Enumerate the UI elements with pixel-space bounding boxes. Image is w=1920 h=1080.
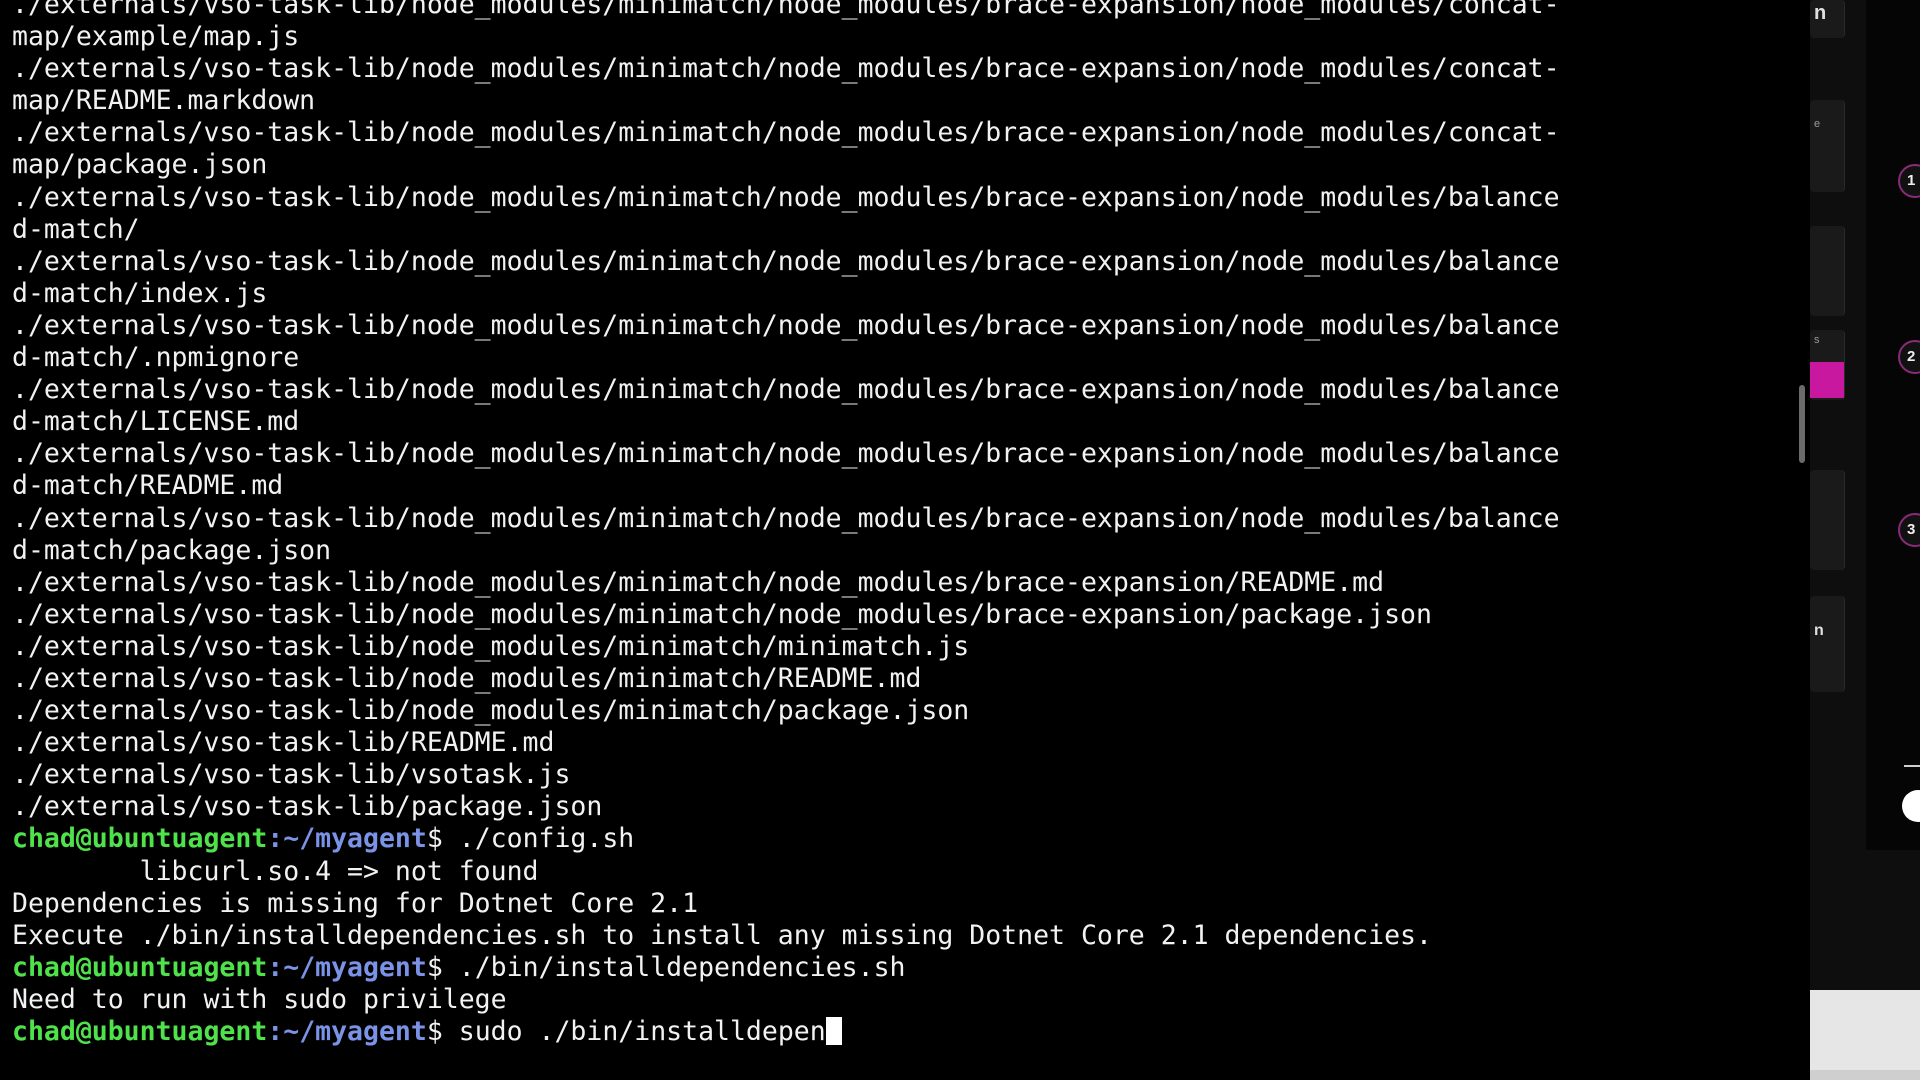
background-card-2: e <box>1810 100 1845 192</box>
terminal-line: ./externals/vso-task-lib/node_modules/mi… <box>12 374 1560 406</box>
terminal-line: ./externals/vso-task-lib/node_modules/mi… <box>12 309 1560 341</box>
terminal-line: d-match/.npmignore <box>12 342 300 374</box>
terminal-line: ./externals/vso-task-lib/node_modules/mi… <box>12 598 1432 630</box>
terminal-line: d-match/ <box>12 213 140 245</box>
prompt-user-host: chad@ubuntuagent <box>12 951 268 983</box>
terminal-line: ./externals/vso-task-lib/node_modules/mi… <box>12 0 1560 20</box>
terminal-line: ./externals/vso-task-lib/node_modules/mi… <box>12 502 1560 534</box>
terminal-line: ./externals/vso-task-lib/node_modules/mi… <box>12 438 1560 470</box>
text-cursor <box>825 1017 842 1045</box>
terminal-line: Need to run with sudo privilege <box>12 983 507 1015</box>
background-window-light-area <box>1810 990 1920 1070</box>
prompt-symbol: $ <box>426 823 459 855</box>
terminal-line: Execute ./bin/installdependencies.sh to … <box>12 919 1432 951</box>
prompt-path: :~/myagent <box>267 823 427 855</box>
terminal-line: d-match/package.json <box>12 534 332 566</box>
background-window-strip: n e s n 1 2 3 <box>1810 0 1920 1080</box>
background-window-column <box>1866 0 1920 850</box>
terminal-command-line: chad@ubuntuagent:~/myagent$ ./config.sh <box>12 823 1792 855</box>
terminal-line: ./externals/vso-task-lib/node_modules/mi… <box>12 53 1560 85</box>
prompt-symbol: $ <box>426 1016 459 1047</box>
terminal-line: d-match/index.js <box>12 277 268 309</box>
terminal-line: ./externals/vso-task-lib/node_modules/mi… <box>12 662 922 694</box>
terminal-line: ./externals/vso-task-lib/node_modules/mi… <box>12 630 970 662</box>
background-window-bottom-edge <box>1810 1070 1920 1080</box>
terminal-line: ./externals/vso-task-lib/node_modules/mi… <box>12 181 1560 213</box>
prompt-user-host: chad@ubuntuagent <box>12 1016 268 1047</box>
terminal-line: map/README.markdown <box>12 85 316 117</box>
terminal-line: ./externals/vso-task-lib/node_modules/mi… <box>12 117 1560 149</box>
terminal-line: ./externals/vso-task-lib/node_modules/mi… <box>12 566 1385 598</box>
dash-mark <box>1904 765 1920 767</box>
prompt-path: :~/myagent <box>267 1016 427 1047</box>
prompt-path: :~/myagent <box>267 951 427 983</box>
background-card-5 <box>1810 470 1845 570</box>
background-card-1: n <box>1810 0 1845 38</box>
terminal-output: ./externals/vso-task-lib/node_modules/mi… <box>12 0 1792 1048</box>
background-card-2-char: e <box>1814 118 1821 130</box>
terminal-line: ./externals/vso-task-lib/node_modules/mi… <box>12 695 970 727</box>
prompt-user-host: chad@ubuntuagent <box>12 823 268 855</box>
terminal-line: ./externals/vso-task-lib/package.json <box>12 791 603 823</box>
terminal-line: d-match/LICENSE.md <box>12 406 300 438</box>
terminal-input-line: chad@ubuntuagent:~/myagent$ sudo ./bin/i… <box>12 1016 1792 1048</box>
terminal-line: libcurl.so.4 => not found <box>12 855 539 887</box>
accent-block <box>1810 362 1844 398</box>
terminal-window[interactable]: ./externals/vso-task-lib/node_modules/mi… <box>0 0 1810 1080</box>
prompt-symbol: $ <box>426 951 459 983</box>
terminal-line: ./externals/vso-task-lib/README.md <box>12 727 555 759</box>
terminal-line: ./externals/vso-task-lib/node_modules/mi… <box>12 245 1560 277</box>
background-card-6-char: n <box>1814 622 1824 639</box>
background-card-4-char: s <box>1814 334 1820 346</box>
background-card-1-char: n <box>1814 2 1827 24</box>
background-card-6: n <box>1810 596 1845 692</box>
terminal-line: ./externals/vso-task-lib/vsotask.js <box>12 759 571 791</box>
terminal-line: map/package.json <box>12 149 268 181</box>
background-card-3 <box>1810 226 1845 316</box>
terminal-command-line: chad@ubuntuagent:~/myagent$ ./bin/instal… <box>12 952 1792 984</box>
terminal-line: Dependencies is missing for Dotnet Core … <box>12 887 699 919</box>
command-text: ./config.sh <box>458 823 635 855</box>
terminal-line: d-match/README.md <box>12 470 284 502</box>
terminal-line: map/example/map.js <box>12 21 300 53</box>
screen: ./externals/vso-task-lib/node_modules/mi… <box>0 0 1920 1080</box>
command-text: ./bin/installdependencies.sh <box>458 951 906 983</box>
command-input[interactable]: sudo ./bin/installdepen <box>459 1016 826 1047</box>
terminal-scrollbar[interactable] <box>1799 385 1805 463</box>
